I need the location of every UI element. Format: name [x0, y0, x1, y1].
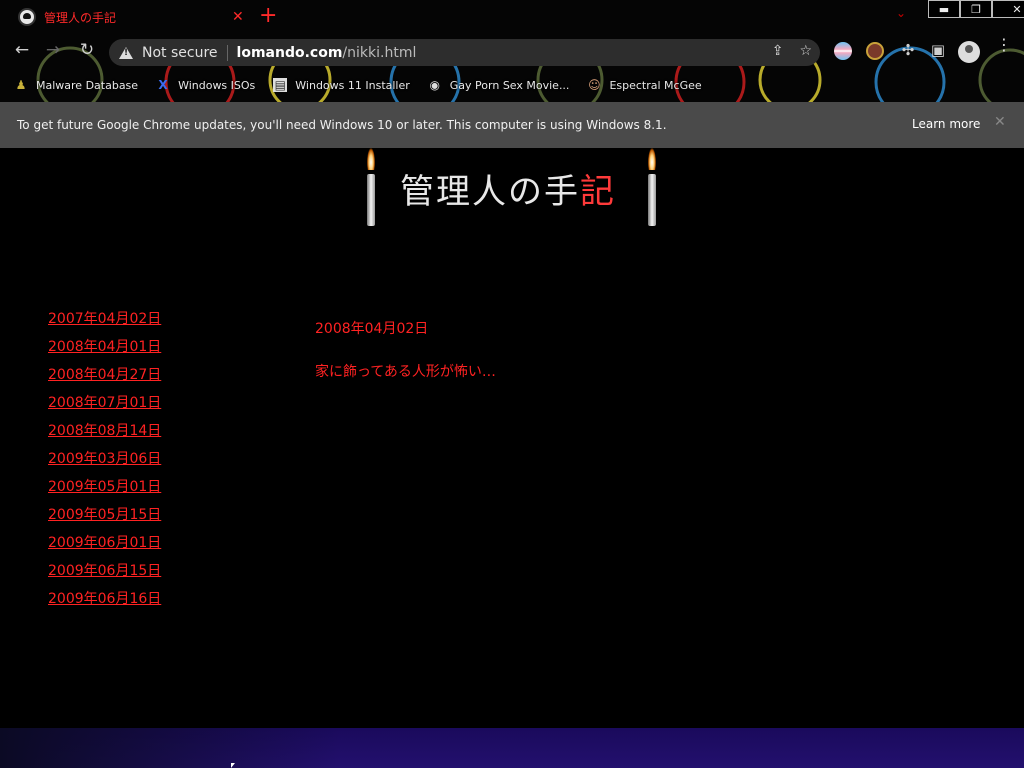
learn-more-link[interactable]: Learn more — [912, 117, 980, 131]
malware-db-icon: ♟ — [15, 78, 27, 92]
date-link[interactable]: 2008年04月01日 — [48, 339, 161, 355]
extensions-puzzle-icon[interactable]: ✣ — [896, 41, 920, 59]
right-candle-icon — [648, 174, 656, 226]
list-item: 2009年05月15日 — [48, 504, 161, 532]
site-icon: ◉ — [429, 78, 441, 92]
warning-icon[interactable] — [119, 46, 133, 59]
new-tab-button[interactable]: + — [259, 4, 277, 28]
tab-close-icon[interactable]: ✕ — [232, 9, 244, 25]
date-link[interactable]: 2009年06月01日 — [48, 535, 161, 551]
page-content: 管理人の手記 2007年04月02日 2008年04月01日 2008年04月2… — [0, 148, 1024, 768]
list-item: 2009年06月01日 — [48, 532, 161, 560]
security-label[interactable]: Not secure — [142, 45, 218, 61]
address-bar[interactable]: Not secure lomando.com/nikki.html ⇪ ☆ — [109, 39, 820, 66]
entry-date: 2008年04月02日 — [315, 321, 429, 337]
omnibox-actions: ⇪ ☆ — [772, 43, 812, 59]
infobar-close-icon[interactable]: ✕ — [994, 114, 1006, 130]
installer-icon: ▤ — [273, 78, 288, 92]
date-link[interactable]: 2009年05月01日 — [48, 479, 161, 495]
site-title-accent: 記 — [580, 172, 616, 212]
kebab-menu-icon[interactable]: ⋮ — [996, 37, 1012, 53]
date-list: 2007年04月02日 2008年04月01日 2008年04月27日 2008… — [48, 308, 161, 616]
reload-icon[interactable]: ↻ — [75, 40, 99, 60]
infobar-message: To get future Google Chrome updates, you… — [17, 118, 667, 132]
tab-search-icon[interactable]: ⌄ — [896, 6, 906, 20]
back-icon[interactable]: ← — [10, 40, 34, 60]
tab-strip: 管理人の手記 ✕ + ⌄ ▬ ❐ ✕ — [0, 0, 1024, 34]
list-item: 2008年07月01日 — [48, 392, 161, 420]
list-item: 2008年04月27日 — [48, 364, 161, 392]
date-link[interactable]: 2008年08月14日 — [48, 423, 161, 439]
mouse-cursor-icon — [231, 763, 235, 768]
window-controls: ▬ ❐ ✕ — [928, 0, 1024, 18]
bookmark-espectral-mcgee[interactable]: ☺ Espectral McGee — [587, 78, 701, 92]
restore-button[interactable]: ❐ — [960, 0, 992, 18]
date-link[interactable]: 2009年06月16日 — [48, 591, 161, 607]
list-item: 2008年04月01日 — [48, 336, 161, 364]
left-flame-icon — [367, 148, 375, 170]
bookmark-site[interactable]: ◉ Gay Porn Sex Movie... — [428, 78, 570, 92]
taskbar-shade — [0, 728, 340, 768]
bookmark-label: Gay Porn Sex Movie... — [449, 78, 570, 92]
right-flame-icon — [648, 148, 656, 170]
date-link[interactable]: 2007年04月02日 — [48, 311, 161, 327]
site-header: 管理人の手記 — [366, 148, 658, 228]
bookmark-label: Windows 11 Installer — [295, 78, 410, 92]
side-panel-icon[interactable]: ▣ — [926, 41, 950, 59]
extension-flag-icon[interactable] — [834, 42, 852, 60]
date-link[interactable]: 2008年04月27日 — [48, 367, 161, 383]
taskbar[interactable] — [0, 728, 1024, 768]
avatar-icon: ☺ — [588, 78, 601, 92]
list-item: 2008年08月14日 — [48, 420, 161, 448]
bookmark-windows-isos[interactable]: X Windows ISOs — [156, 78, 255, 92]
bookmark-label: Windows ISOs — [178, 78, 256, 92]
tab-title: 管理人の手記 — [44, 10, 117, 25]
entry-text: 家に飾ってある人形が怖い… — [315, 364, 496, 380]
bookmark-malware-database[interactable]: ♟ Malware Database — [14, 78, 138, 92]
update-infobar: To get future Google Chrome updates, you… — [0, 102, 1024, 148]
share-icon[interactable]: ⇪ — [772, 43, 784, 59]
bookmark-star-icon[interactable]: ☆ — [799, 43, 812, 59]
url-host: lomando.com — [236, 44, 343, 61]
date-link[interactable]: 2009年03月06日 — [48, 451, 161, 467]
list-item: 2009年05月01日 — [48, 476, 161, 504]
profile-avatar-icon[interactable] — [958, 41, 980, 63]
site-title: 管理人の手記 — [400, 164, 616, 213]
browser-toolbar: ← → ↻ Not secure lomando.com/nikki.html … — [0, 36, 1024, 68]
bookmark-label: Espectral McGee — [609, 78, 702, 92]
browser-frame: 管理人の手記 ✕ + ⌄ ▬ ❐ ✕ ← → ↻ Not secure loma… — [0, 0, 1024, 102]
bookmarks-bar: ♟ Malware Database X Windows ISOs ▤ Wind… — [0, 72, 1024, 98]
url-text[interactable]: lomando.com/nikki.html — [237, 45, 417, 61]
omnibox-divider — [226, 44, 228, 61]
bookmark-label: Malware Database — [36, 78, 139, 92]
site-title-main: 管理人の手 — [400, 172, 580, 212]
bookmark-windows-11-installer[interactable]: ▤ Windows 11 Installer — [273, 78, 410, 92]
date-link[interactable]: 2009年05月15日 — [48, 507, 161, 523]
tab-favicon-icon — [18, 8, 36, 26]
forward-icon[interactable]: → — [41, 40, 65, 60]
date-link[interactable]: 2008年07月01日 — [48, 395, 161, 411]
tab-active[interactable]: 管理人の手記 ✕ — [8, 0, 248, 34]
list-item: 2007年04月02日 — [48, 308, 161, 336]
minimize-button[interactable]: ▬ — [928, 0, 960, 18]
close-window-button[interactable]: ✕ — [992, 0, 1024, 18]
x-icon: X — [158, 78, 168, 92]
list-item: 2009年06月15日 — [48, 560, 161, 588]
left-candle-icon — [367, 174, 375, 226]
list-item: 2009年03月06日 — [48, 448, 161, 476]
extension-avatar-icon[interactable] — [866, 42, 884, 60]
list-item: 2009年06月16日 — [48, 588, 161, 616]
date-link[interactable]: 2009年06月15日 — [48, 563, 161, 579]
url-path: /nikki.html — [342, 44, 417, 61]
